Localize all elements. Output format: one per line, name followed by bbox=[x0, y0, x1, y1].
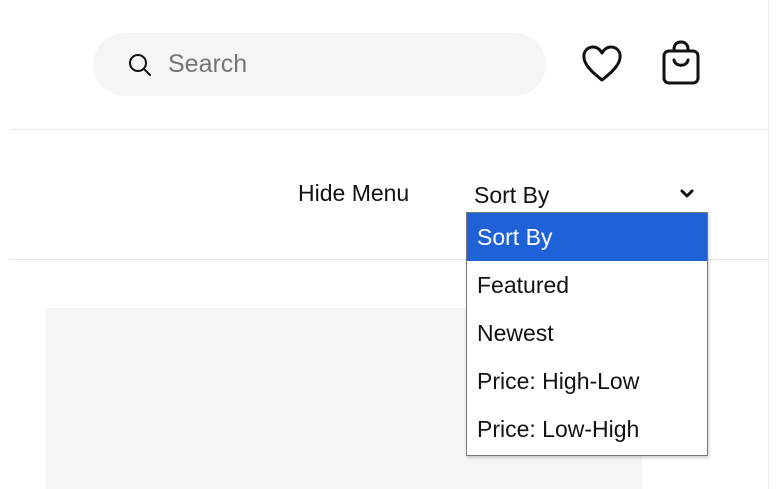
sort-option-price-high-low[interactable]: Price: High-Low bbox=[467, 357, 707, 405]
sort-option-featured[interactable]: Featured bbox=[467, 261, 707, 309]
sort-options-list: Sort By Featured Newest Price: High-Low … bbox=[466, 212, 708, 456]
scroll-edge bbox=[768, 0, 769, 489]
search-input[interactable] bbox=[168, 44, 498, 85]
header-divider bbox=[10, 129, 768, 130]
sort-selected-value: Sort By bbox=[474, 181, 550, 208]
heart-icon bbox=[581, 45, 623, 86]
favorites-button[interactable] bbox=[577, 42, 627, 88]
bag-button[interactable] bbox=[658, 38, 704, 90]
search-icon bbox=[127, 52, 153, 78]
shopping-bag-icon bbox=[661, 39, 701, 89]
chevron-down-icon bbox=[679, 186, 695, 202]
sort-select[interactable]: Sort By bbox=[466, 178, 708, 212]
search-bar[interactable] bbox=[93, 33, 546, 96]
page: Hide Menu Sort By Sort By Featured Newes… bbox=[0, 0, 777, 489]
hide-menu-button[interactable]: Hide Menu bbox=[298, 180, 409, 207]
sort-option-price-low-high[interactable]: Price: Low-High bbox=[467, 405, 707, 453]
sort-option-sort-by[interactable]: Sort By bbox=[467, 213, 707, 261]
sort-option-newest[interactable]: Newest bbox=[467, 309, 707, 357]
